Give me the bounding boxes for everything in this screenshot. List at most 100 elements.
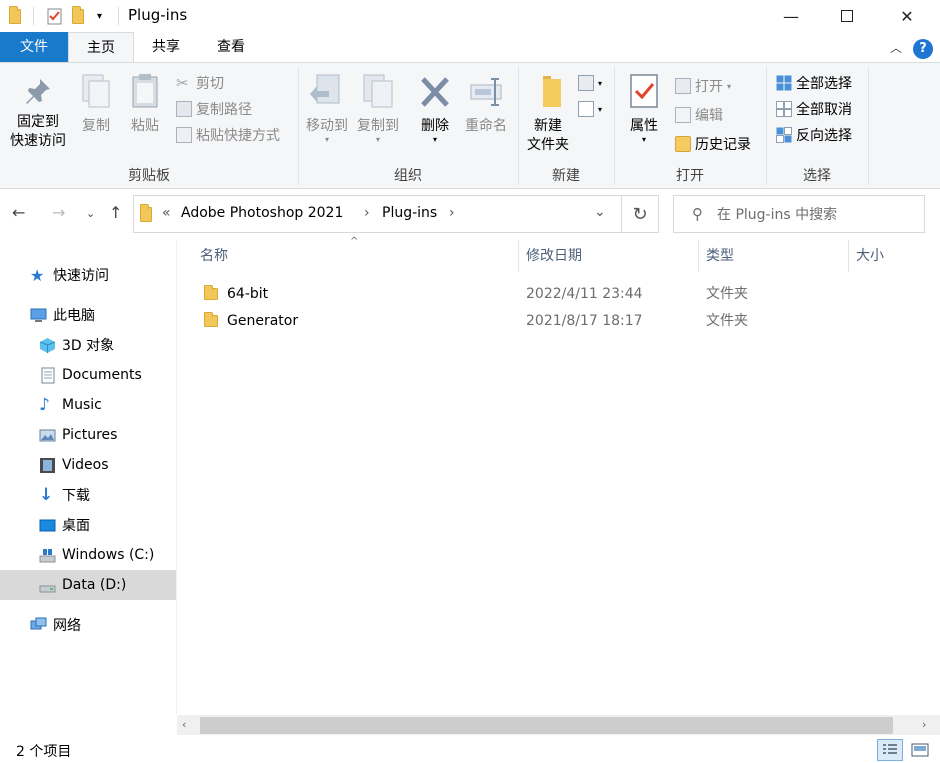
move-to-button[interactable]: 移动到 ▾ (304, 73, 350, 144)
tab-file[interactable]: 文件 (0, 32, 68, 62)
breadcrumb-separator[interactable]: › (364, 205, 370, 221)
scroll-left-arrow-icon[interactable]: ‹ (182, 718, 186, 731)
file-type: 文件夹 (706, 313, 748, 329)
navigation-pane: ★ 快速访问 此电脑 3D 对象 Documents ♪ Music Picture… (0, 250, 176, 710)
status-bar: 2 个项目 (0, 736, 940, 763)
nav-item[interactable]: ↓ 下载 (0, 480, 176, 510)
search-placeholder: 在 Plug-ins 中搜索 (717, 207, 838, 223)
clipboard-group-label: 剪贴板 (128, 168, 170, 184)
edit-icon (675, 107, 691, 123)
copy-button[interactable]: 复制 (76, 73, 116, 136)
file-modified: 2021/8/17 18:17 (526, 313, 643, 329)
help-icon[interactable]: ? (913, 39, 933, 59)
address-dropdown-chevron-icon[interactable]: ⌄ (594, 204, 606, 220)
forward-arrow-icon[interactable]: → (52, 203, 65, 222)
details-view-button[interactable] (877, 739, 903, 761)
nav-item[interactable]: ♪ Music (0, 390, 176, 420)
nav-item-selected[interactable]: Data (D:) (0, 570, 176, 600)
refresh-button[interactable]: ↻ (621, 195, 659, 233)
invert-selection-icon (776, 127, 792, 143)
breadcrumb-item[interactable]: Adobe Photoshop 2021 (181, 205, 343, 221)
search-icon: ⚲ (692, 205, 703, 223)
paste-shortcut-button[interactable]: 粘贴快捷方式 (176, 123, 280, 147)
select-none-button[interactable]: 全部取消 (776, 97, 852, 121)
overflow-chevron[interactable]: « (162, 205, 171, 221)
back-arrow-icon[interactable]: ← (12, 203, 25, 222)
properties-icon (630, 74, 658, 108)
tab-share[interactable]: 共享 (134, 32, 198, 62)
column-size[interactable]: 大小 (856, 240, 884, 272)
file-type: 文件夹 (706, 286, 748, 302)
column-type[interactable]: 类型 (706, 240, 734, 272)
delete-button[interactable]: 删除 ▾ (414, 73, 456, 144)
paste-button[interactable]: 粘贴 (124, 73, 166, 136)
select-all-icon (776, 75, 792, 91)
nav-this-pc[interactable]: 此电脑 (0, 300, 176, 330)
nav-item[interactable]: 3D 对象 (0, 330, 176, 360)
nav-item[interactable]: Windows (C:) (0, 540, 176, 570)
search-input[interactable]: ⚲ 在 Plug-ins 中搜索 (673, 195, 925, 233)
column-headers: ^ 名称 修改日期 类型 大小 (192, 236, 940, 272)
copy-to-icon (363, 74, 393, 108)
nav-item[interactable]: Videos (0, 450, 176, 480)
maximize-button[interactable] (824, 0, 870, 32)
minimize-button[interactable]: — (768, 0, 814, 32)
nav-network[interactable]: 网络 (0, 610, 176, 640)
drive-icon (39, 577, 56, 594)
breadcrumb-item[interactable]: Plug-ins (382, 205, 437, 221)
column-modified[interactable]: 修改日期 (526, 240, 582, 272)
properties-button[interactable]: 属性 ▾ (622, 73, 666, 144)
copy-icon (82, 74, 110, 108)
cut-button[interactable]: ✂ 剪切 (176, 71, 224, 95)
column-name[interactable]: 名称 (200, 240, 228, 272)
title-bar: ▾ Plug-ins — ✕ (0, 0, 940, 32)
ribbon: 固定到 快速访问 复制 粘贴 ✂ 剪切 复制路径 粘贴快捷方式 剪贴板 移动到 ▾… (0, 62, 940, 189)
breadcrumb-separator[interactable]: › (449, 205, 455, 221)
nav-quick-access[interactable]: ★ 快速访问 (0, 260, 176, 290)
new-folder-quick-icon[interactable] (72, 5, 84, 26)
customize-quick-access-icon[interactable]: ▾ (97, 6, 102, 26)
file-modified: 2022/4/11 23:44 (526, 286, 643, 302)
pin-icon (26, 79, 50, 104)
select-group-label: 选择 (803, 168, 831, 184)
nav-item[interactable]: Documents (0, 360, 176, 390)
up-arrow-icon[interactable]: ↑ (109, 203, 122, 222)
address-bar[interactable]: « Adobe Photoshop 2021 › Plug-ins › ⌄ (133, 195, 659, 233)
scrollbar-thumb[interactable] (200, 717, 893, 734)
rename-button[interactable]: 重命名 (460, 73, 512, 136)
scroll-right-arrow-icon[interactable]: › (922, 718, 926, 731)
select-all-button[interactable]: 全部选择 (776, 71, 852, 95)
new-item-button[interactable]: ▾ (578, 71, 602, 95)
download-arrow-icon: ↓ (39, 484, 54, 505)
tab-view[interactable]: 查看 (198, 32, 264, 62)
edit-button[interactable]: 编辑 (675, 103, 723, 127)
tab-home[interactable]: 主页 (68, 32, 134, 63)
collapse-ribbon-icon[interactable]: ︿ (890, 39, 902, 56)
pin-to-quick-access-button[interactable]: 固定到 快速访问 (6, 75, 70, 151)
move-to-icon (310, 74, 340, 104)
open-button[interactable]: 打开 ▾ (675, 74, 731, 98)
nav-item[interactable]: 桌面 (0, 510, 176, 540)
copy-to-button[interactable]: 复制到 ▾ (354, 73, 402, 144)
new-folder-button[interactable]: 新建 文件夹 (522, 73, 574, 155)
file-row[interactable]: Generator 2021/8/17 18:17 文件夹 (192, 308, 940, 335)
history-button[interactable]: 历史记录 (675, 132, 751, 156)
computer-icon (30, 307, 47, 324)
open-icon (675, 78, 691, 94)
new-item-icon (578, 75, 594, 91)
file-row[interactable]: 64-bit 2022/4/11 23:44 文件夹 (192, 281, 940, 308)
copy-path-button[interactable]: 复制路径 (176, 97, 252, 121)
file-name: 64-bit (227, 286, 269, 302)
close-button[interactable]: ✕ (884, 0, 930, 32)
properties-checkbox-icon[interactable] (47, 6, 63, 26)
nav-item[interactable]: Pictures (0, 420, 176, 450)
organize-group-label: 组织 (394, 168, 422, 184)
invert-selection-button[interactable]: 反向选择 (776, 123, 852, 147)
easy-access-button[interactable]: ▾ (578, 97, 602, 121)
recent-locations-chevron-icon[interactable]: ⌄ (86, 207, 95, 220)
star-icon: ★ (30, 265, 45, 285)
refresh-icon: ↻ (632, 203, 648, 225)
scissors-icon: ✂ (176, 74, 189, 92)
pictures-icon (39, 427, 56, 444)
large-icons-view-button[interactable] (907, 739, 933, 761)
